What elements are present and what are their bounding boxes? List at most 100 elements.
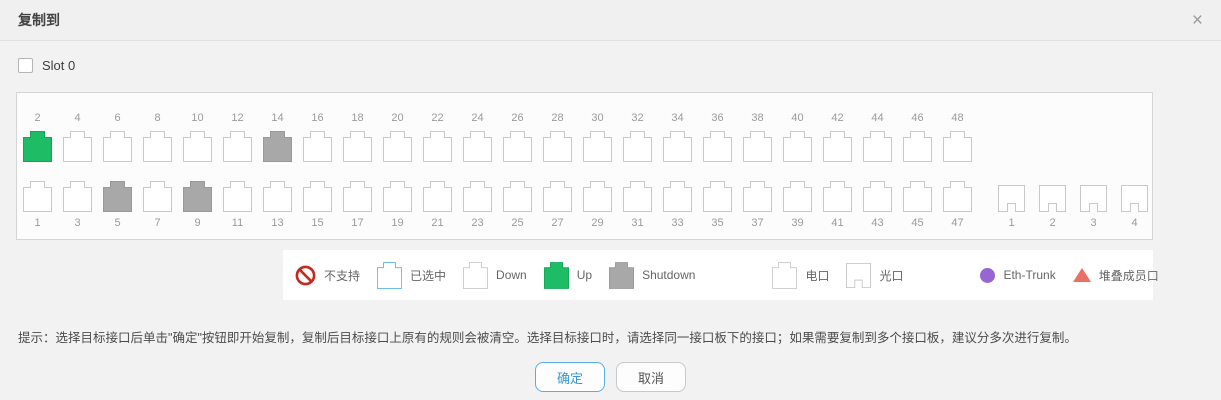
port-electrical[interactable]: 21 bbox=[423, 181, 452, 230]
port-number: 34 bbox=[671, 111, 683, 125]
port-electrical[interactable]: 16 bbox=[303, 111, 332, 162]
port-electrical[interactable]: 22 bbox=[423, 111, 452, 162]
port-optical[interactable]: 2 bbox=[1039, 185, 1066, 230]
port-electrical[interactable]: 17 bbox=[343, 181, 372, 230]
port-number: 7 bbox=[154, 216, 160, 230]
port-electrical[interactable]: 43 bbox=[863, 181, 892, 230]
port-electrical[interactable]: 1 bbox=[23, 181, 52, 230]
electrical-port-icon bbox=[463, 262, 488, 289]
port-electrical[interactable]: 38 bbox=[743, 111, 772, 162]
port-electrical[interactable]: 33 bbox=[663, 181, 692, 230]
slot-checkbox[interactable] bbox=[18, 58, 33, 73]
port-number: 46 bbox=[911, 111, 923, 125]
port-electrical[interactable]: 41 bbox=[823, 181, 852, 230]
port-electrical[interactable]: 6 bbox=[103, 111, 132, 162]
port-number: 44 bbox=[871, 111, 883, 125]
electrical-port-icon bbox=[223, 181, 252, 212]
port-electrical[interactable]: 45 bbox=[903, 181, 932, 230]
port-optical[interactable]: 3 bbox=[1080, 185, 1107, 230]
port-electrical[interactable]: 26 bbox=[503, 111, 532, 162]
port-number: 38 bbox=[751, 111, 763, 125]
legend-label: 不支持 bbox=[324, 267, 360, 284]
port-electrical[interactable]: 40 bbox=[783, 111, 812, 162]
port-electrical[interactable]: 4 bbox=[63, 111, 92, 162]
hint-text: 提示：选择目标接口后单击"确定"按钮即开始复制，复制后目标接口上原有的规则会被清… bbox=[18, 327, 1077, 346]
port-electrical[interactable]: 46 bbox=[903, 111, 932, 162]
legend-item: 不支持 bbox=[295, 265, 360, 286]
electrical-port-icon bbox=[823, 181, 852, 212]
port-number: 8 bbox=[154, 111, 160, 125]
port-number: 37 bbox=[751, 216, 763, 230]
port-electrical[interactable]: 24 bbox=[463, 111, 492, 162]
electrical-port-icon bbox=[503, 181, 532, 212]
port-electrical[interactable]: 42 bbox=[823, 111, 852, 162]
cancel-button[interactable]: 取消 bbox=[616, 362, 686, 392]
legend-item: Down bbox=[463, 262, 527, 289]
port-electrical[interactable]: 11 bbox=[223, 181, 252, 230]
port-electrical[interactable]: 31 bbox=[623, 181, 652, 230]
port-electrical[interactable]: 23 bbox=[463, 181, 492, 230]
port-electrical[interactable]: 3 bbox=[63, 181, 92, 230]
port-electrical[interactable]: 12 bbox=[223, 111, 252, 162]
legend-label: Shutdown bbox=[642, 268, 695, 282]
port-electrical[interactable]: 37 bbox=[743, 181, 772, 230]
port-number: 4 bbox=[74, 111, 80, 125]
electrical-port-icon bbox=[663, 131, 692, 162]
electrical-port-icon bbox=[703, 131, 732, 162]
port-electrical[interactable]: 36 bbox=[703, 111, 732, 162]
port-number: 36 bbox=[711, 111, 723, 125]
legend-label: 光口 bbox=[879, 267, 903, 284]
port-electrical[interactable]: 5 bbox=[103, 181, 132, 230]
port-optical[interactable]: 4 bbox=[1121, 185, 1148, 230]
port-electrical[interactable]: 2 bbox=[23, 111, 52, 162]
port-electrical[interactable]: 18 bbox=[343, 111, 372, 162]
port-optical[interactable]: 1 bbox=[998, 185, 1025, 230]
port-electrical[interactable]: 47 bbox=[943, 181, 972, 230]
port-electrical[interactable]: 44 bbox=[863, 111, 892, 162]
port-electrical[interactable]: 10 bbox=[183, 111, 212, 162]
port-electrical[interactable]: 19 bbox=[383, 181, 412, 230]
port-number: 31 bbox=[631, 216, 643, 230]
port-number: 11 bbox=[232, 216, 243, 230]
electrical-port-icon bbox=[783, 181, 812, 212]
port-electrical[interactable]: 30 bbox=[583, 111, 612, 162]
port-electrical[interactable]: 32 bbox=[623, 111, 652, 162]
port-electrical[interactable]: 15 bbox=[303, 181, 332, 230]
port-number: 3 bbox=[74, 216, 80, 230]
electrical-port-icon bbox=[783, 131, 812, 162]
port-electrical[interactable]: 9 bbox=[183, 181, 212, 230]
port-electrical[interactable]: 48 bbox=[943, 111, 972, 162]
port-electrical[interactable]: 7 bbox=[143, 181, 172, 230]
port-number: 43 bbox=[871, 216, 883, 230]
electrical-port-icon bbox=[343, 181, 372, 212]
electrical-port-icon bbox=[423, 131, 452, 162]
legend-item: 已选中 bbox=[377, 262, 446, 289]
optical-port-icon bbox=[1039, 185, 1066, 212]
electrical-port-icon bbox=[63, 181, 92, 212]
port-electrical[interactable]: 39 bbox=[783, 181, 812, 230]
port-electrical[interactable]: 29 bbox=[583, 181, 612, 230]
port-electrical[interactable]: 34 bbox=[663, 111, 692, 162]
port-electrical[interactable]: 20 bbox=[383, 111, 412, 162]
port-number: 17 bbox=[351, 216, 363, 230]
electrical-port-icon bbox=[383, 181, 412, 212]
port-number: 19 bbox=[391, 216, 403, 230]
electrical-port-icon bbox=[543, 181, 572, 212]
port-electrical[interactable]: 13 bbox=[263, 181, 292, 230]
port-electrical[interactable]: 27 bbox=[543, 181, 572, 230]
port-electrical[interactable]: 14 bbox=[263, 111, 292, 162]
port-electrical[interactable]: 28 bbox=[543, 111, 572, 162]
port-electrical[interactable]: 35 bbox=[703, 181, 732, 230]
port-electrical[interactable]: 25 bbox=[503, 181, 532, 230]
port-electrical[interactable]: 8 bbox=[143, 111, 172, 162]
port-number: 41 bbox=[831, 216, 843, 230]
ok-button[interactable]: 确定 bbox=[535, 362, 605, 392]
port-number: 20 bbox=[391, 111, 403, 125]
port-number: 24 bbox=[471, 111, 483, 125]
port-number: 29 bbox=[591, 216, 603, 230]
port-panel: 2468101214161820222426283032343638404244… bbox=[16, 92, 1153, 240]
electrical-port-icon bbox=[743, 131, 772, 162]
electrical-port-icon bbox=[23, 181, 52, 212]
close-icon[interactable]: × bbox=[1192, 11, 1203, 30]
electrical-port-icon bbox=[423, 181, 452, 212]
